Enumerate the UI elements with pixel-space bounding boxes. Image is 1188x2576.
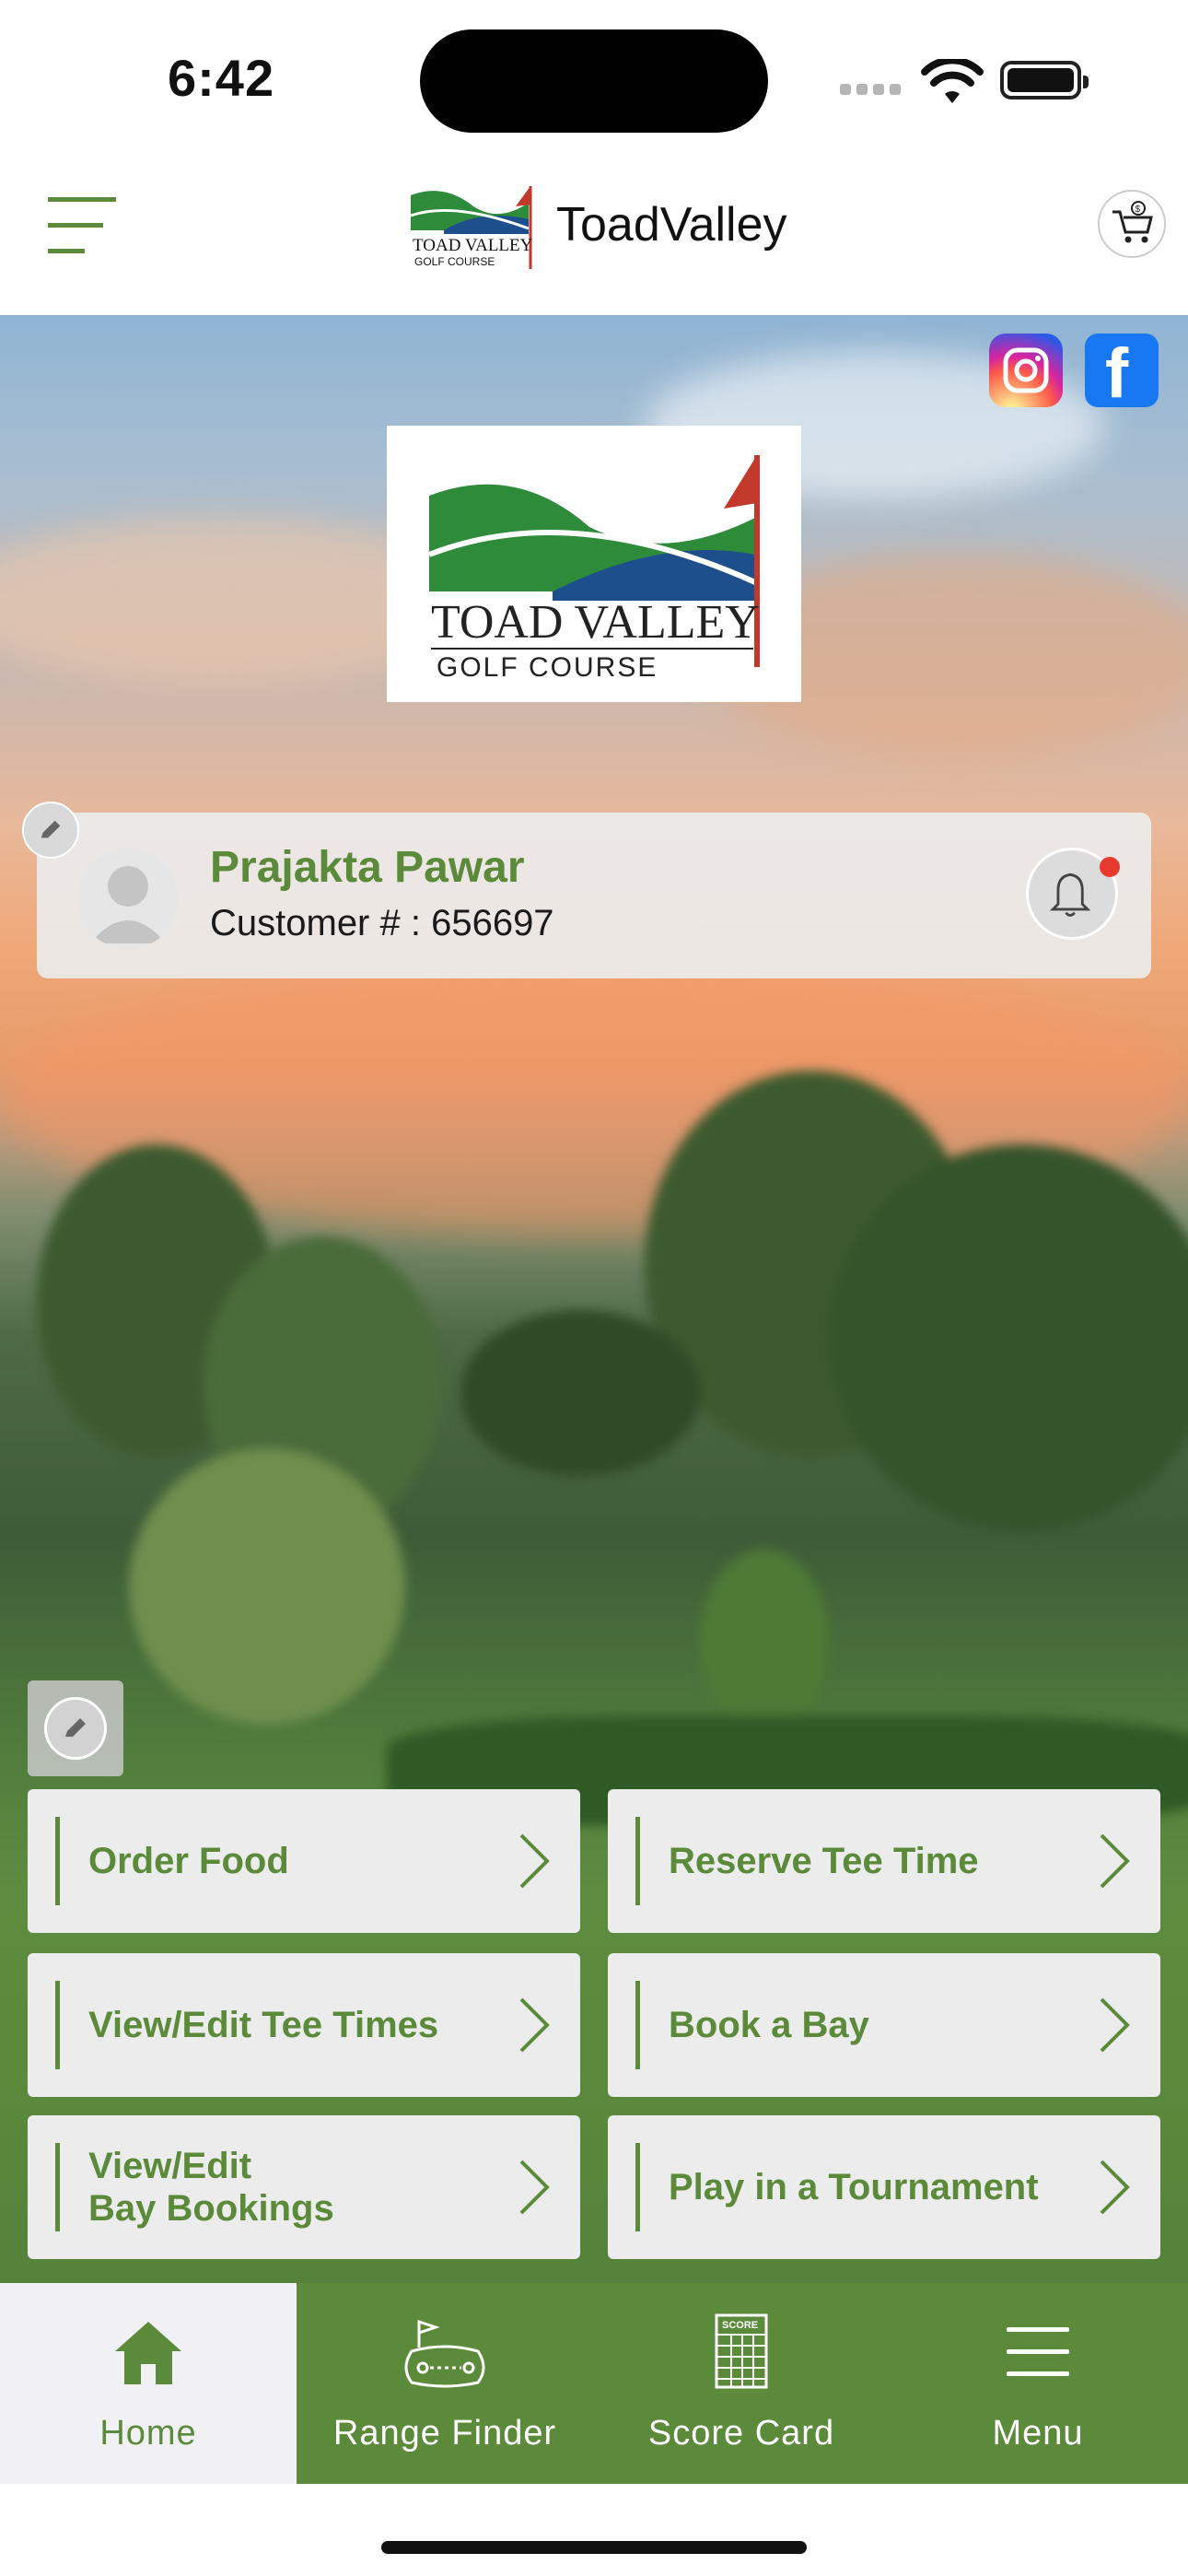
bottom-tab-bar: Home Range Finder SCORE Score Card Menu <box>0 2283 1188 2484</box>
tab-range-finder[interactable]: Range Finder <box>297 2283 593 2484</box>
menu-icon <box>1007 2327 1069 2376</box>
svg-text:GOLF COURSE: GOLF COURSE <box>437 652 658 683</box>
customer-number: Customer # : 656697 <box>210 903 554 943</box>
profile-name: Prajakta Pawar <box>210 843 525 892</box>
notification-badge <box>1100 857 1120 877</box>
chevron-right-icon <box>1100 2160 1130 2215</box>
home-icon <box>115 2322 181 2384</box>
facebook-icon[interactable]: f <box>1085 334 1159 413</box>
tab-home[interactable]: Home <box>0 2283 297 2484</box>
book-a-bay-button[interactable]: Book a Bay <box>608 1953 1160 2097</box>
cart-button[interactable]: $ <box>1098 190 1166 258</box>
user-avatar-icon <box>90 866 166 943</box>
edit-actions-button[interactable] <box>28 1680 123 1776</box>
wifi-icon <box>921 59 984 103</box>
tab-menu[interactable]: Menu <box>890 2283 1186 2484</box>
app-title: ToadValley <box>556 198 787 252</box>
avatar <box>77 848 179 949</box>
club-logo: TOAD VALLEY GOLF COURSE <box>387 426 801 702</box>
header-logo: TOAD VALLEY GOLF COURSE <box>410 186 533 269</box>
svg-text:TOAD VALLEY: TOAD VALLEY <box>431 596 760 649</box>
cellular-signal-icon <box>840 83 906 98</box>
view-edit-bay-bookings-button[interactable]: View/Edit Bay Bookings <box>28 2115 580 2259</box>
edit-profile-button[interactable] <box>22 802 79 859</box>
status-time: 6:42 <box>168 49 275 107</box>
home-indicator-area <box>0 2484 1188 2576</box>
chevron-right-icon <box>1100 1997 1130 2053</box>
pencil-icon <box>41 820 61 838</box>
battery-icon <box>1000 61 1089 100</box>
svg-text:SCORE: SCORE <box>722 2320 758 2331</box>
home-indicator <box>381 2541 807 2554</box>
hamburger-menu-icon[interactable] <box>48 197 118 256</box>
shopping-cart-icon: $ <box>1112 201 1153 243</box>
svg-text:TOAD VALLEY: TOAD VALLEY <box>413 236 533 255</box>
svg-text:$: $ <box>1136 205 1141 215</box>
svg-text:GOLF COURSE: GOLF COURSE <box>414 255 495 268</box>
instagram-icon[interactable] <box>989 334 1063 407</box>
chevron-right-icon <box>519 1997 550 2053</box>
order-food-button[interactable]: Order Food <box>28 1789 580 1933</box>
score-card-icon: SCORE <box>715 2313 768 2389</box>
chevron-right-icon <box>519 2160 550 2215</box>
chevron-right-icon <box>519 1833 550 1889</box>
tab-score-card[interactable]: SCORE Score Card <box>593 2283 890 2484</box>
dynamic-island <box>420 29 768 133</box>
play-in-tournament-button[interactable]: Play in a Tournament <box>608 2115 1160 2259</box>
range-finder-icon <box>404 2319 485 2388</box>
view-edit-tee-times-button[interactable]: View/Edit Tee Times <box>28 1953 580 2097</box>
reserve-tee-time-button[interactable]: Reserve Tee Time <box>608 1789 1160 1933</box>
chevron-right-icon <box>1100 1833 1130 1889</box>
pencil-icon <box>65 1718 86 1737</box>
profile-card[interactable] <box>37 813 1151 978</box>
